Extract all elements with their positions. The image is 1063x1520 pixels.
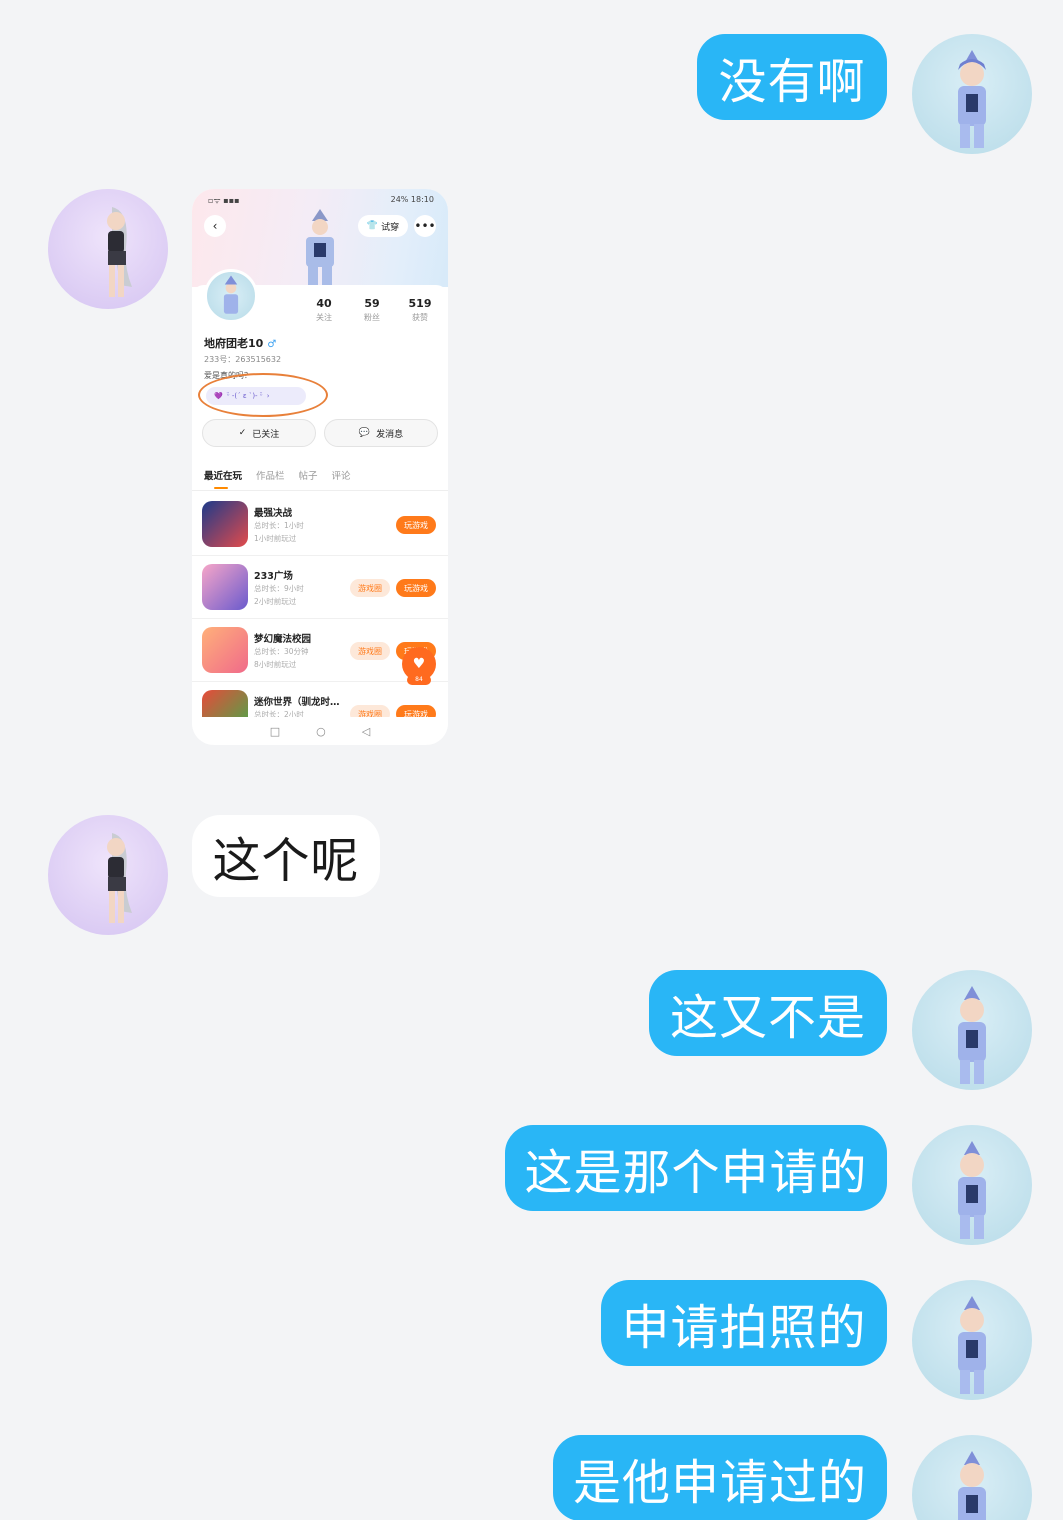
game-circle-button[interactable]: 游戏圈 — [350, 579, 390, 597]
profile-avatar — [204, 269, 258, 323]
check-icon: ✓ — [238, 428, 247, 438]
chat-icon: 💬 — [358, 428, 371, 438]
game-icon — [202, 627, 248, 673]
game-row[interactable]: 233广场 总时长：9小时 2小时前玩过 游戏圈 玩游戏 — [192, 556, 448, 619]
chat-page: 没有啊 ▫︎ᯤ ▪▪▪ 24% 18:10 ‹ 👕 试穿 ••• 40 关注 59 粉… — [0, 0, 1063, 1520]
game-name: 梦幻魔法校园 — [254, 634, 312, 645]
message-bubble-sent[interactable]: 这是那个申请的 — [505, 1125, 887, 1211]
boy-avatar-icon — [958, 986, 986, 1084]
contact-avatar[interactable] — [48, 189, 168, 309]
game-name: 最强决战 — [254, 508, 293, 519]
message-bubble-sent[interactable]: 这又不是 — [649, 970, 887, 1056]
game-icon — [202, 501, 248, 547]
shirt-icon: 👕 — [366, 221, 379, 231]
message-bubble-sent[interactable]: 是他申请过的 — [553, 1435, 887, 1520]
play-button[interactable]: 玩游戏 — [396, 579, 436, 597]
message-button[interactable]: 💬 发消息 — [324, 419, 438, 447]
message-bubble-sent[interactable]: 申请拍照的 — [601, 1280, 887, 1366]
my-avatar[interactable] — [912, 1125, 1032, 1245]
try-on-label: 试穿 — [381, 222, 400, 233]
followed-button[interactable]: ✓ 已关注 — [202, 419, 316, 447]
back-icon[interactable]: ◁ — [362, 725, 370, 738]
followed-label: 已关注 — [252, 429, 280, 440]
status-icons: ▫︎ᯤ ▪▪▪ — [208, 196, 240, 205]
stat-fans[interactable]: 59 粉丝 — [352, 297, 392, 323]
game-row[interactable]: 最强决战 总时长：1小时 1小时前玩过 玩游戏 — [192, 493, 448, 556]
more-button[interactable]: ••• — [414, 215, 436, 237]
my-avatar[interactable] — [912, 34, 1032, 154]
stat-following[interactable]: 40 关注 — [304, 297, 344, 323]
game-duration: 总时长：1小时 — [254, 521, 304, 530]
try-on-button[interactable]: 👕 试穿 — [358, 215, 408, 237]
male-icon: ♂ — [267, 339, 277, 350]
game-duration: 总时长：9小时 — [254, 584, 304, 593]
my-avatar[interactable] — [912, 1435, 1032, 1520]
shared-screenshot[interactable]: ▫︎ᯤ ▪▪▪ 24% 18:10 ‹ 👕 试穿 ••• 40 关注 59 粉丝 51… — [192, 189, 448, 745]
name-text: 地府团老10 — [204, 337, 264, 350]
status-right: 24% 18:10 — [390, 195, 434, 204]
message-bubble-received[interactable]: 这个呢 — [192, 815, 380, 897]
game-duration: 总时长：30分钟 — [254, 647, 309, 656]
boy-avatar-icon — [958, 50, 986, 148]
tab-works[interactable]: 作品栏 — [256, 468, 285, 482]
girl-avatar-icon — [107, 207, 132, 297]
message-bubble-sent[interactable]: 没有啊 — [697, 34, 887, 120]
boy-avatar-icon — [223, 275, 239, 314]
my-avatar[interactable] — [912, 970, 1032, 1090]
home-icon[interactable]: ○ — [316, 725, 326, 738]
character-icon — [306, 209, 334, 287]
boy-avatar-icon — [958, 1141, 986, 1239]
tab-posts[interactable]: 帖子 — [299, 468, 318, 482]
girl-avatar-icon — [107, 833, 132, 923]
game-last-played: 8小时前玩过 — [254, 660, 297, 669]
game-name: 233广场 — [254, 571, 293, 582]
contact-avatar[interactable] — [48, 815, 168, 935]
recents-icon[interactable]: □ — [270, 725, 280, 738]
highlight-circle — [198, 373, 328, 417]
profile-tabs: 最近在玩 作品栏 帖子 评论 — [204, 468, 351, 489]
system-nav-bar: □ ○ ◁ — [192, 717, 448, 745]
tab-comments[interactable]: 评论 — [332, 468, 351, 482]
more-icon: ••• — [414, 219, 436, 233]
game-circle-button[interactable]: 游戏圈 — [350, 642, 390, 660]
heart-icon: ♥ — [412, 656, 426, 672]
game-last-played: 1小时前玩过 — [254, 534, 297, 543]
boy-avatar-icon — [958, 1296, 986, 1394]
game-last-played: 2小时前玩过 — [254, 597, 297, 606]
divider — [192, 490, 448, 491]
heart-count: 84 — [407, 675, 431, 685]
profile-uid: 233号：263515632 — [204, 355, 282, 364]
message-label: 发消息 — [376, 429, 404, 440]
game-name: 迷你世界（驯龙时… — [254, 697, 340, 708]
my-avatar[interactable] — [912, 1280, 1032, 1400]
tab-recent[interactable]: 最近在玩 — [204, 468, 242, 489]
stat-likes[interactable]: 519 获赞 — [400, 297, 440, 323]
back-button[interactable]: ‹ — [204, 215, 226, 237]
chevron-left-icon: ‹ — [212, 219, 218, 233]
game-icon — [202, 564, 248, 610]
profile-name: 地府团老10 ♂ — [204, 335, 276, 351]
boy-avatar-icon — [958, 1451, 986, 1520]
play-button[interactable]: 玩游戏 — [396, 516, 436, 534]
